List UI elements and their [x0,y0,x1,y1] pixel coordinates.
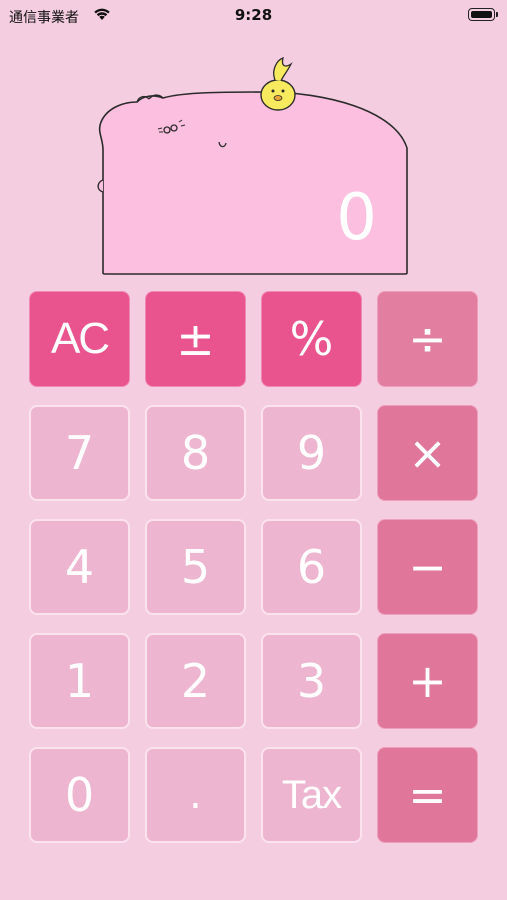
status-time: 9:28 [234,6,273,24]
digit-3-button[interactable]: 3 [261,633,362,729]
digit-9-button[interactable]: 9 [261,405,362,501]
digit-6-label: 6 [296,540,327,594]
status-bar: 通信事業者 9:28 [0,0,507,32]
multiply-button[interactable]: × [377,405,478,501]
battery-icon [468,8,498,21]
tax-button[interactable]: Tax [261,747,362,843]
digit-9-label: 9 [296,426,327,480]
digit-0-label: 0 [64,768,95,822]
digit-5-button[interactable]: 5 [145,519,246,615]
percent-button[interactable]: % [261,291,362,387]
digit-1-button[interactable]: 1 [29,633,130,729]
minus-label: − [408,540,447,594]
digit-2-button[interactable]: 2 [145,633,246,729]
digit-5-label: 5 [180,540,211,594]
digit-3-label: 3 [296,654,327,708]
digit-1-label: 1 [64,654,95,708]
digit-0-button[interactable]: 0 [29,747,130,843]
digit-7-label: 7 [64,426,95,480]
clear-label: AC [50,314,110,363]
digit-4-label: 4 [64,540,95,594]
decimal-button[interactable]: . [145,747,246,843]
equals-button[interactable]: = [377,747,478,843]
chick-icon [260,57,296,111]
display-value: 0 [336,181,377,255]
digit-7-button[interactable]: 7 [29,405,130,501]
plus-minus-label: ± [176,312,215,366]
multiply-label: × [408,426,447,480]
clear-button[interactable]: AC [29,291,130,387]
digit-4-button[interactable]: 4 [29,519,130,615]
tax-label: Tax [281,772,342,817]
digit-8-button[interactable]: 8 [145,405,246,501]
divide-button[interactable]: ÷ [377,291,478,387]
digit-2-label: 2 [180,654,211,708]
divide-label: ÷ [408,312,447,366]
percent-label: % [289,312,334,366]
digit-6-button[interactable]: 6 [261,519,362,615]
plus-label: + [408,654,447,708]
digit-8-label: 8 [180,426,211,480]
equals-label: = [408,768,447,822]
plus-minus-button[interactable]: ± [145,291,246,387]
minus-button[interactable]: − [377,519,478,615]
plus-button[interactable]: + [377,633,478,729]
decimal-label: . [189,772,202,818]
